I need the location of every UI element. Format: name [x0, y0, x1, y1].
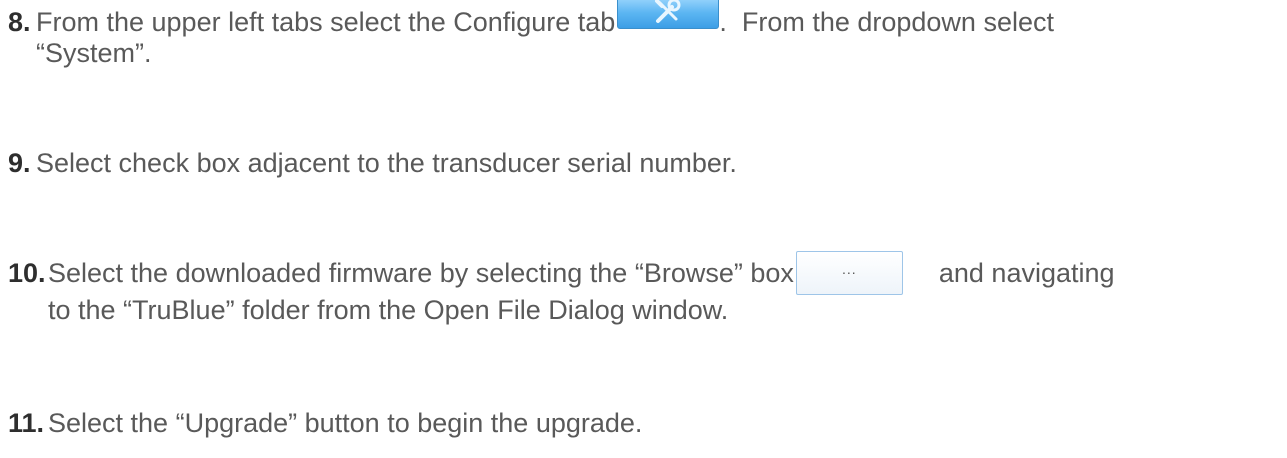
step-8: 8. From the upper left tabs select the Co…: [8, 0, 1278, 69]
browse-button: ...: [795, 251, 903, 295]
step-text: From the upper left tabs select the Conf…: [36, 7, 616, 37]
step-number: 11.: [8, 408, 45, 438]
step-number: 8.: [8, 7, 31, 37]
step-text: Select the “Upgrade” button to begin the…: [48, 408, 643, 438]
configure-tools-icon: [617, 0, 720, 29]
step-text-line2: “System”.: [36, 38, 152, 68]
step-text-line2: to the “TruBlue” folder from the Open Fi…: [48, 295, 729, 325]
step-text: Select the downloaded firmware by select…: [48, 258, 794, 288]
step-10: 10.Select the downloaded firmware by sel…: [8, 251, 1278, 326]
browse-button-label: ...: [842, 261, 857, 277]
step-text-continued: and navigating: [938, 258, 1115, 288]
step-number: 10.: [8, 258, 46, 288]
step-text: Select check box adjacent to the transdu…: [36, 148, 737, 178]
step-11: 11. Select the “Upgrade” button to begin …: [8, 408, 1278, 439]
step-text-continued: . From the dropdown select: [719, 7, 1054, 37]
step-9: 9. Select check box adjacent to the trans…: [8, 148, 1278, 179]
step-number: 9.: [8, 148, 31, 178]
